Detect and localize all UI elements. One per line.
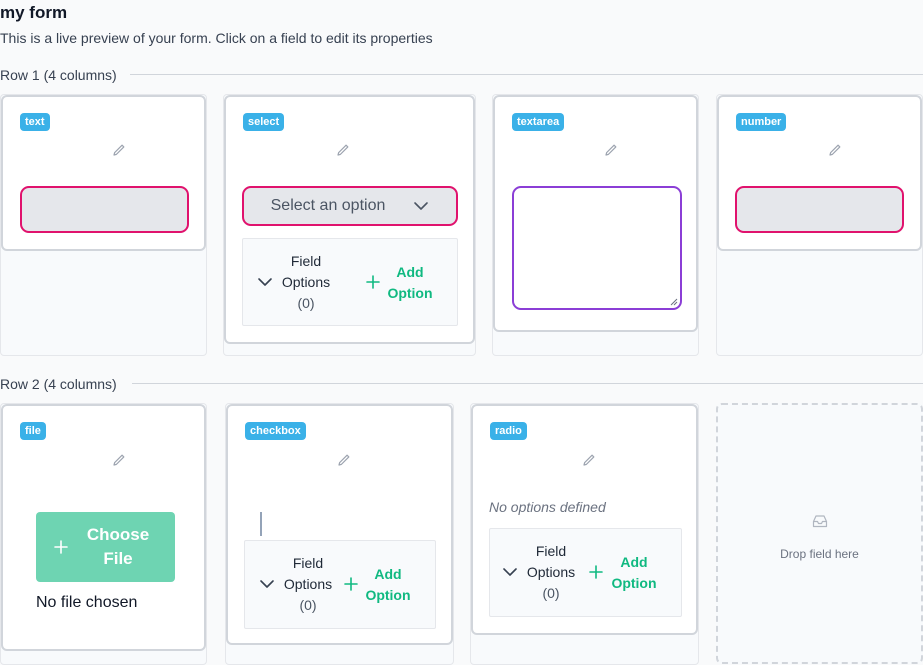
select-placeholder: Select an option	[270, 197, 386, 214]
field-card-radio[interactable]: radio No options defined Field Options (…	[471, 404, 698, 635]
add-option-button[interactable]: Add Option	[383, 262, 437, 304]
field-options-toggle[interactable]: Field Options (0)	[277, 251, 335, 314]
field-type-badge: checkbox	[245, 422, 306, 440]
plus-icon	[589, 565, 603, 579]
field-options-panel: Field Options (0) Add Option	[489, 528, 682, 617]
number-input[interactable]	[735, 186, 904, 233]
chevron-down-icon	[414, 202, 429, 210]
plus-icon	[54, 540, 68, 554]
field-options-panel: Field Options (0) Add Option	[242, 238, 458, 326]
plus-icon	[366, 275, 380, 289]
pencil-icon[interactable]	[112, 143, 126, 157]
add-option-button[interactable]: Add Option	[361, 564, 415, 606]
drop-zone[interactable]: Drop field here	[716, 403, 923, 664]
no-options-text: No options defined	[489, 499, 606, 515]
field-card-checkbox[interactable]: checkbox Field Options (0) Add Option	[226, 404, 453, 645]
field-card-file[interactable]: file Choose File No file chosen	[1, 404, 206, 651]
field-type-badge: textarea	[512, 113, 565, 131]
file-status-text: No file chosen	[36, 594, 138, 611]
page-subtitle: This is a live preview of your form. Cli…	[0, 30, 433, 46]
field-type-badge: number	[736, 113, 787, 131]
field-options-toggle[interactable]: Field Options (0)	[522, 541, 580, 604]
pencil-icon[interactable]	[582, 453, 596, 467]
field-options-toggle[interactable]: Field Options (0)	[279, 553, 337, 616]
chevron-down-icon[interactable]	[257, 277, 273, 287]
drop-zone-text: Drop field here	[780, 547, 859, 561]
checkbox-group	[260, 512, 262, 536]
add-option-button[interactable]: Add Option	[607, 552, 661, 594]
field-type-badge: file	[20, 422, 46, 440]
pencil-icon[interactable]	[828, 143, 842, 157]
field-type-badge: text	[20, 113, 50, 131]
chevron-down-icon[interactable]	[502, 567, 518, 577]
select-dropdown[interactable]: Select an option	[242, 186, 458, 226]
field-type-badge: select	[243, 113, 285, 131]
pencil-icon[interactable]	[604, 143, 618, 157]
choose-file-button[interactable]: Choose File	[36, 512, 175, 582]
field-card-textarea[interactable]: textarea	[493, 95, 698, 332]
field-card-text[interactable]: text	[1, 95, 206, 251]
chevron-down-icon[interactable]	[259, 579, 275, 589]
pencil-icon[interactable]	[112, 453, 126, 467]
row-2-label: Row 2 (4 columns)	[0, 376, 117, 392]
field-card-number[interactable]: number	[717, 95, 922, 251]
pencil-icon[interactable]	[337, 453, 351, 467]
field-options-panel: Field Options (0) Add Option	[244, 540, 436, 629]
row-2-divider	[132, 383, 923, 384]
page-title: my form	[0, 3, 68, 22]
row-1-divider	[130, 74, 923, 75]
field-type-badge: radio	[490, 422, 527, 440]
resize-handle-icon[interactable]	[670, 298, 678, 306]
row-1-label: Row 1 (4 columns)	[0, 67, 117, 83]
pencil-icon[interactable]	[336, 143, 350, 157]
text-input[interactable]	[20, 186, 189, 233]
plus-icon	[344, 577, 358, 591]
textarea-input[interactable]	[512, 186, 682, 310]
inbox-icon	[812, 515, 828, 528]
field-card-select[interactable]: select Select an option Field Options (0…	[224, 95, 475, 344]
